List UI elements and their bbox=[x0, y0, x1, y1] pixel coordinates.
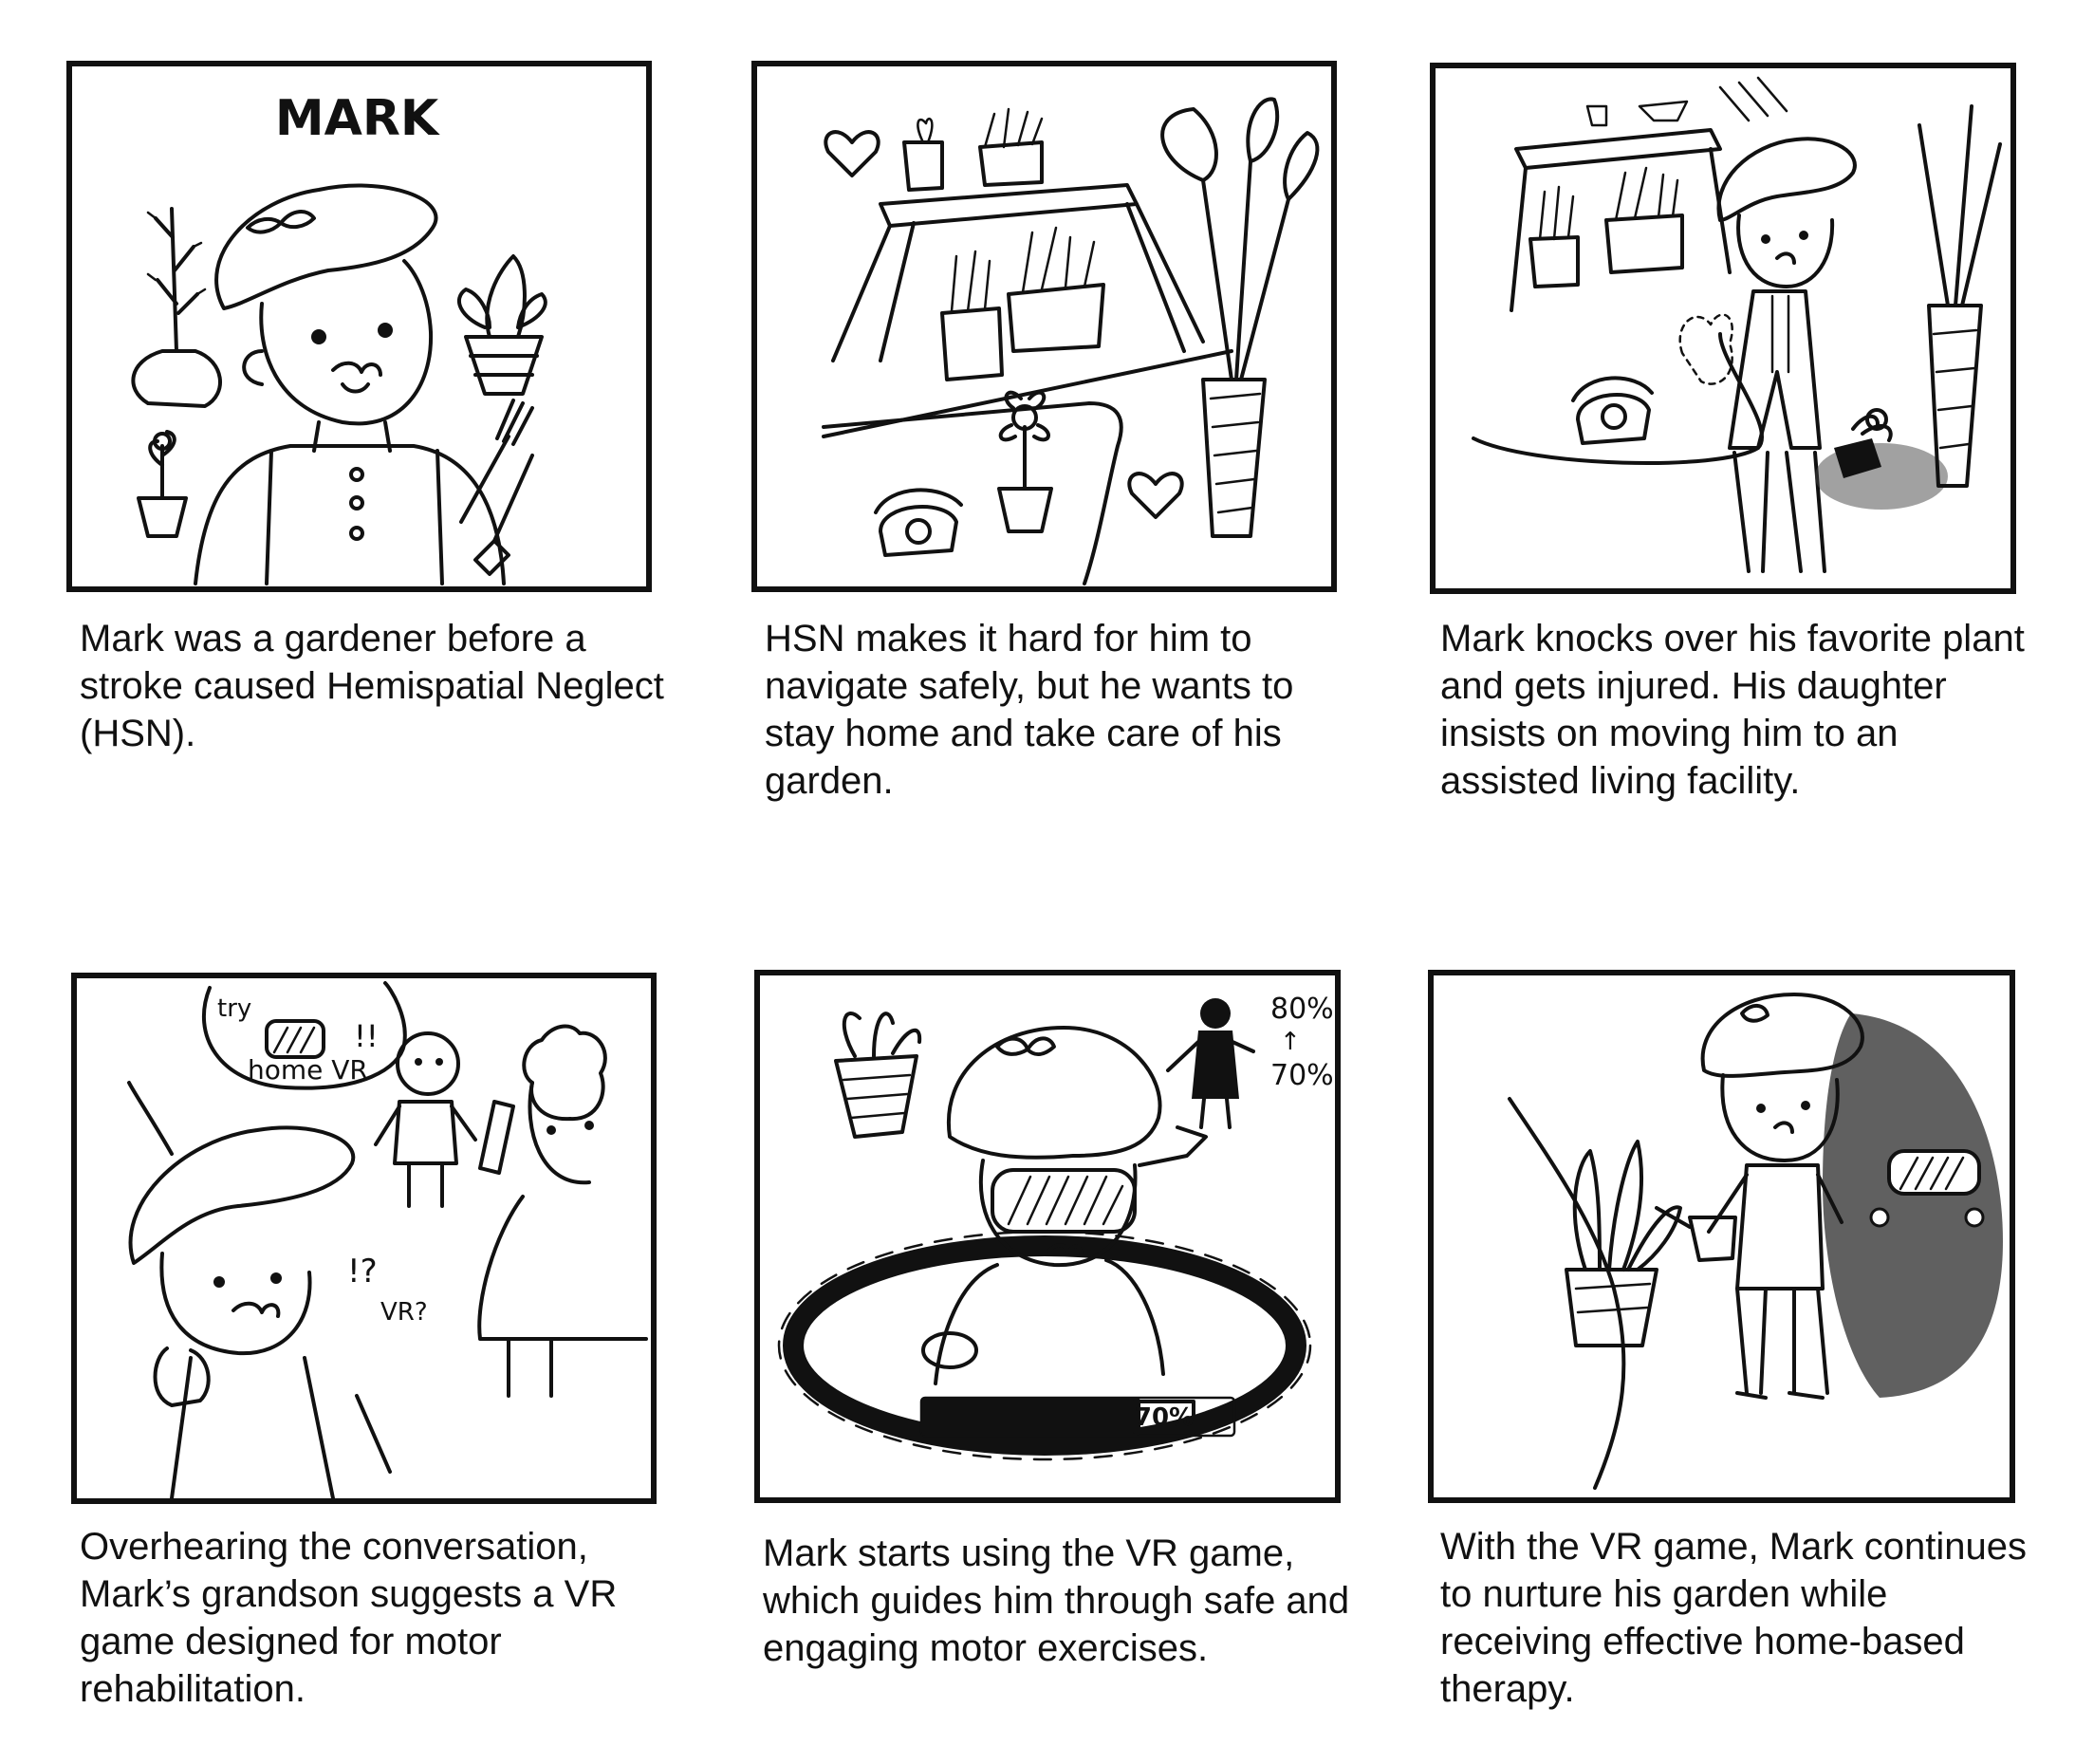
garden-tools-icon bbox=[459, 399, 534, 576]
table-edge bbox=[822, 401, 1123, 585]
mark-portrait-drawing: MARK bbox=[131, 90, 547, 585]
telephone-icon bbox=[1571, 376, 1654, 445]
flower-pot-icon bbox=[997, 390, 1053, 533]
mark-figure: !? VR? bbox=[127, 1081, 428, 1498]
grandson-figure bbox=[374, 1031, 477, 1208]
panel-1-caption: Mark was a gardener before a stroke caus… bbox=[80, 618, 664, 754]
bulb-vase-plant-icon bbox=[131, 207, 222, 408]
shelf-pot-icon bbox=[940, 306, 1004, 381]
mark-title-label: MARK bbox=[275, 90, 440, 147]
tall-vase-plant-icon bbox=[1160, 97, 1320, 538]
heart-icon bbox=[1127, 472, 1184, 519]
mark-reaction-text: !? bbox=[347, 1253, 378, 1291]
cane-icon bbox=[355, 1394, 392, 1474]
speech-bubble: try !! home VR bbox=[201, 981, 407, 1090]
succulent-pot-icon bbox=[978, 140, 1044, 187]
speech-exclaim-text: !! bbox=[354, 1018, 379, 1054]
plant-shelf bbox=[831, 107, 1205, 381]
light-rays bbox=[1718, 76, 1788, 122]
vr-game-drawing: 80% ↑ 70% 70% bbox=[777, 993, 1334, 1461]
panel-1-illustration: MARK bbox=[66, 61, 652, 592]
panel-3-caption: Mark knocks over his favorite plant and … bbox=[1440, 618, 2025, 802]
tall-vase-plant-icon bbox=[1918, 104, 2002, 488]
speech-try-text: try bbox=[217, 994, 251, 1023]
floor-line bbox=[822, 349, 1233, 438]
panel-2-caption: HSN makes it hard for him to navigate sa… bbox=[765, 618, 1294, 802]
panel-3-illustration bbox=[1430, 63, 2016, 594]
plant-knocked-over-drawing bbox=[1472, 76, 2002, 573]
mark-face bbox=[242, 259, 434, 426]
home-therapy-drawing bbox=[1508, 993, 2003, 1490]
mark-vr-figure bbox=[921, 1026, 1208, 1385]
controller-left-icon bbox=[921, 1331, 978, 1369]
panel-6-caption: With the VR game, Mark continues to nurt… bbox=[1440, 1526, 2028, 1710]
path-line bbox=[1508, 1097, 1626, 1490]
progress-arrow-text: ↑ bbox=[1280, 1028, 1301, 1056]
panel-5-caption: Mark starts using the VR game, which gui… bbox=[763, 1532, 1350, 1669]
corner-plant-icon bbox=[834, 1012, 922, 1139]
mark-body bbox=[194, 420, 506, 585]
shelf-planter-icon bbox=[1007, 283, 1105, 353]
vr-suggestion-drawing: try !! home VR !? VR? bbox=[127, 981, 648, 1498]
small-pot-icon bbox=[902, 140, 944, 192]
heart-icon bbox=[824, 130, 880, 177]
speech-home-vr-text: home VR bbox=[248, 1054, 368, 1086]
phone-handset-icon bbox=[478, 1100, 515, 1175]
progress-top-text: 80% bbox=[1270, 993, 1334, 1026]
vr-progress-bar: 70% bbox=[919, 1396, 1236, 1438]
hat-icon bbox=[214, 183, 438, 310]
vr-headset-icon bbox=[991, 1168, 1137, 1234]
telephone-icon bbox=[874, 488, 963, 557]
progress-bottom-text: 70% bbox=[1270, 1059, 1334, 1092]
garden-room-drawing bbox=[822, 97, 1320, 585]
progress-bar-label: 70% bbox=[1135, 1403, 1194, 1432]
plant-shelf bbox=[1510, 100, 1732, 312]
vr-portal bbox=[1823, 1013, 2003, 1398]
small-flower-pot-icon bbox=[137, 430, 188, 538]
progress-indicator: 80% ↑ 70% bbox=[1166, 993, 1334, 1129]
potted-cactus-icon bbox=[456, 254, 547, 396]
mark-standing-figure bbox=[1716, 137, 1857, 573]
knocked-over-plant bbox=[1815, 408, 1948, 510]
mark-question-text: VR? bbox=[380, 1298, 428, 1327]
panel-4-illustration: try !! home VR !? VR? bbox=[71, 973, 657, 1504]
panel-5-illustration: 80% ↑ 70% 70% bbox=[754, 970, 1341, 1503]
daughter-figure bbox=[477, 1024, 648, 1398]
panel-6-illustration bbox=[1428, 970, 2015, 1503]
potted-plant-icon bbox=[1565, 1140, 1682, 1347]
panel-2-illustration bbox=[751, 61, 1337, 592]
panel-4-caption: Overhearing the conversation, Mark’s gra… bbox=[80, 1526, 618, 1710]
